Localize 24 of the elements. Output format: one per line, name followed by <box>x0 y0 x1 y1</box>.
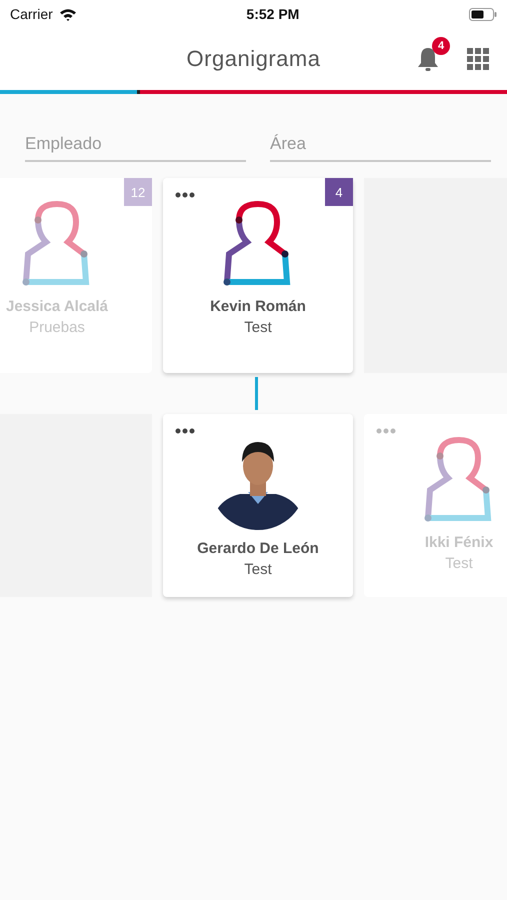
employee-name: Gerardo De León <box>197 540 319 557</box>
employee-name: Ikki Fénix <box>424 534 494 551</box>
employee-card[interactable]: Gerardo De León Test <box>163 414 353 597</box>
screen-title: Organigrama <box>186 46 320 72</box>
clock: 5:52 PM <box>246 6 300 22</box>
filter-field[interactable]: Empleado <box>25 124 246 162</box>
more-icon[interactable] <box>175 428 195 434</box>
count-badge: 12 <box>124 178 152 206</box>
employee-area: Test <box>244 319 272 336</box>
notification-badge: 4 <box>432 37 450 55</box>
employee-name: Kevin Román <box>210 298 306 315</box>
apps-grid-icon[interactable] <box>467 48 489 70</box>
employee-area: Test <box>445 555 473 572</box>
more-icon[interactable] <box>175 192 195 198</box>
battery-icon <box>468 8 497 20</box>
employee-area: Pruebas <box>29 319 85 336</box>
connector-line <box>255 377 258 410</box>
count-badge: 4 <box>325 178 353 206</box>
filter-field[interactable]: Área <box>270 124 491 162</box>
carrier-label: Carrier <box>10 6 53 22</box>
wifi-icon <box>58 8 77 20</box>
employee-name: Jessica Alcalá <box>6 298 108 315</box>
employee-card[interactable]: 4 Kevin Román Test <box>163 178 353 373</box>
employee-area: Test <box>244 561 272 578</box>
